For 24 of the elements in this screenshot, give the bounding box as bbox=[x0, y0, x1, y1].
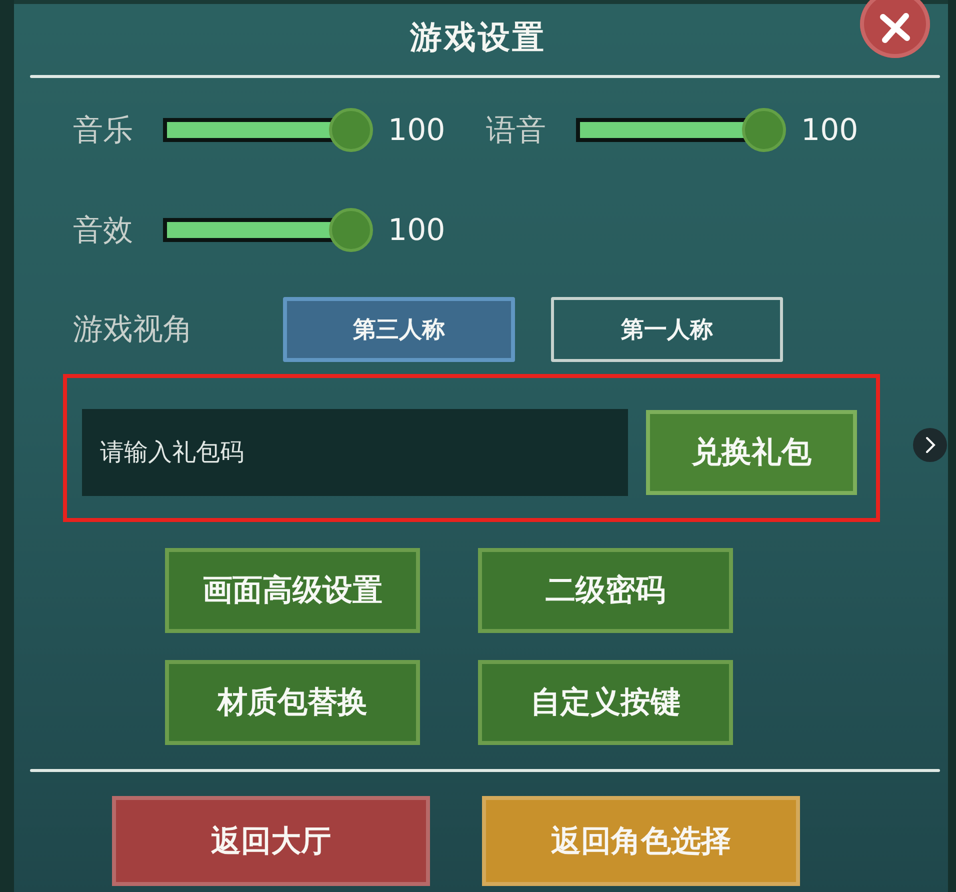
volume-label: 音乐 bbox=[73, 112, 134, 150]
settings-button[interactable]: 自定义按键 bbox=[478, 660, 733, 745]
settings-button[interactable]: 二级密码 bbox=[478, 548, 733, 633]
view-option-tab[interactable]: 第三人称 bbox=[283, 297, 515, 362]
settings-button[interactable]: 画面高级设置 bbox=[165, 548, 420, 633]
slider-thumb[interactable] bbox=[742, 108, 786, 152]
view-angle-label: 游戏视角 bbox=[73, 311, 194, 349]
close-button[interactable] bbox=[860, 0, 930, 58]
volume-value: 100 bbox=[388, 112, 446, 148]
close-icon bbox=[878, 11, 912, 45]
footer-button[interactable]: 返回大厅 bbox=[112, 796, 430, 886]
chevron-right-icon[interactable] bbox=[913, 428, 947, 462]
settings-button[interactable]: 材质包替换 bbox=[165, 660, 420, 745]
footer-button[interactable]: 返回角色选择 bbox=[482, 796, 800, 886]
gift-code-field[interactable]: 请输入礼包码 bbox=[82, 408, 628, 496]
slider-thumb[interactable] bbox=[329, 208, 373, 252]
view-option-tab[interactable]: 第一人称 bbox=[551, 297, 783, 362]
volume-value: 100 bbox=[801, 112, 860, 148]
volume-value: 100 bbox=[388, 212, 446, 248]
redeem-button[interactable]: 兑换礼包 bbox=[646, 410, 857, 494]
window-title: 游戏设置 bbox=[410, 16, 546, 58]
volume-label: 音效 bbox=[73, 212, 134, 250]
slider-thumb[interactable] bbox=[329, 108, 373, 152]
volume-label: 语音 bbox=[486, 112, 547, 150]
